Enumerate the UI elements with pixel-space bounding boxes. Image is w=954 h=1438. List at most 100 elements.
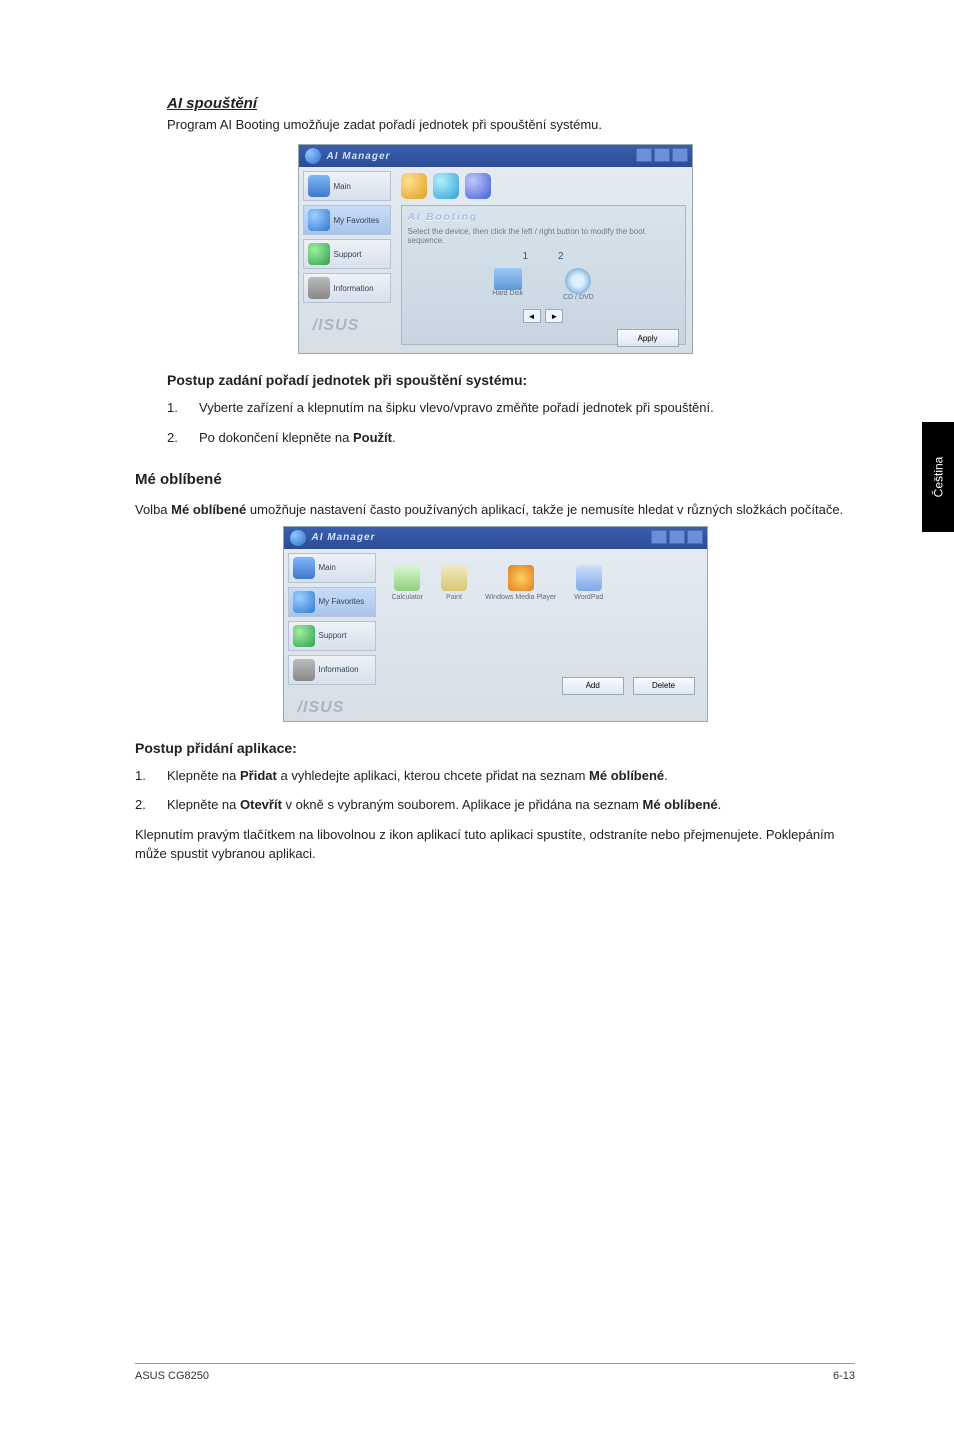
favorite-app-wordpad[interactable]: WordPad xyxy=(574,565,603,601)
boot-device-2-label: CD / DVD xyxy=(563,294,594,301)
window-titlebar: AI Manager xyxy=(299,145,692,167)
window-titlebar: AI Manager xyxy=(284,527,707,549)
sidebar: Main My Favorites Support Information /I… xyxy=(284,549,380,721)
sidebar-fav-label: My Favorites xyxy=(334,216,380,225)
footer-left: ASUS CG8250 xyxy=(135,1370,209,1382)
support-icon xyxy=(293,625,315,647)
minimize-icon[interactable] xyxy=(651,530,667,544)
sidebar-item-information[interactable]: Information xyxy=(288,655,376,685)
panel-title: AI Booting xyxy=(408,212,679,223)
step-number: 2. xyxy=(167,428,199,448)
boot-device-1[interactable]: Hard Disk xyxy=(492,268,523,301)
support-icon xyxy=(308,243,330,265)
toolbar-icon-2[interactable] xyxy=(433,173,459,199)
toolbar-icon-3[interactable] xyxy=(465,173,491,199)
sidebar-item-information[interactable]: Information xyxy=(303,273,391,303)
slot-2-number: 2 xyxy=(558,251,564,262)
sidebar-support-label: Support xyxy=(334,250,362,259)
page-footer: ASUS CG8250 6-13 xyxy=(135,1363,855,1382)
window-title: AI Manager xyxy=(312,532,376,543)
add-button[interactable]: Add xyxy=(562,677,624,695)
information-icon xyxy=(308,277,330,299)
app-wpad-label: WordPad xyxy=(574,594,603,601)
cd-dvd-icon xyxy=(565,268,591,294)
arrow-right-button[interactable]: ► xyxy=(545,309,563,323)
boot-device-1-label: Hard Disk xyxy=(492,290,523,297)
main-icon xyxy=(293,557,315,579)
boot-step-1-text: Vyberte zařízení a klepnutím na šipku vl… xyxy=(199,398,855,418)
boot-step-1: 1. Vyberte zařízení a klepnutím na šipku… xyxy=(167,398,855,418)
favorites-heading: Mé oblíbené xyxy=(135,471,855,488)
favorites-closing: Klepnutím pravým tlačítkem na libovolnou… xyxy=(135,825,855,864)
maximize-icon[interactable] xyxy=(654,148,670,162)
favorite-apps-row: Calculator Paint Windows Media Player Wo… xyxy=(386,555,701,611)
sidebar-item-main[interactable]: Main xyxy=(288,553,376,583)
close-icon[interactable] xyxy=(687,530,703,544)
slot-1-number: 1 xyxy=(522,251,528,262)
add-step-1-text: Klepněte na Přidat a vyhledejte aplikaci… xyxy=(167,766,855,786)
sidebar-item-favorites[interactable]: My Favorites xyxy=(303,205,391,235)
favorites-lead: Volba Mé oblíbené umožňuje nastavení čas… xyxy=(135,500,855,520)
language-tab: Čeština xyxy=(922,422,954,532)
sidebar-item-favorites[interactable]: My Favorites xyxy=(288,587,376,617)
calculator-icon xyxy=(394,565,420,591)
step-number: 1. xyxy=(167,398,199,418)
sidebar-item-main[interactable]: Main xyxy=(303,171,391,201)
window-title: AI Manager xyxy=(327,151,391,162)
sidebar-item-support[interactable]: Support xyxy=(303,239,391,269)
apply-button[interactable]: Apply xyxy=(617,329,679,347)
delete-button[interactable]: Delete xyxy=(633,677,695,695)
brand-text: /ISUS xyxy=(303,317,391,335)
maximize-icon[interactable] xyxy=(669,530,685,544)
sidebar-support-label: Support xyxy=(319,631,347,640)
favorites-icon xyxy=(308,209,330,231)
ai-booting-panel: AI Booting Select the device, then click… xyxy=(401,205,686,345)
sidebar: Main My Favorites Support Information /I… xyxy=(299,167,395,353)
ai-booting-lead: Program AI Booting umožňuje zadat pořadí… xyxy=(167,116,855,134)
boot-step-2-text: Po dokončení klepněte na Použít. xyxy=(199,428,855,448)
favorite-app-calculator[interactable]: Calculator xyxy=(392,565,424,601)
wordpad-icon xyxy=(576,565,602,591)
close-icon[interactable] xyxy=(672,148,688,162)
add-step-2: 2. Klepněte na Otevřít v okně s vybraným… xyxy=(135,795,855,815)
arrow-left-button[interactable]: ◄ xyxy=(523,309,541,323)
information-icon xyxy=(293,659,315,681)
window-buttons[interactable] xyxy=(651,530,703,544)
favorites-icon xyxy=(293,591,315,613)
add-app-heading: Postup přidání aplikace: xyxy=(135,740,855,756)
sidebar-main-label: Main xyxy=(319,563,336,572)
ai-booting-screenshot: AI Manager Main My Favorites Suppo xyxy=(298,144,693,354)
sidebar-item-support[interactable]: Support xyxy=(288,621,376,651)
wmp-icon xyxy=(508,565,534,591)
app-paint-label: Paint xyxy=(446,594,462,601)
favorites-screenshot: AI Manager Main My Favorites Suppo xyxy=(283,526,708,722)
favorite-app-wmp[interactable]: Windows Media Player xyxy=(485,565,556,601)
language-tab-label: Čeština xyxy=(931,457,945,498)
minimize-icon[interactable] xyxy=(636,148,652,162)
toolbar-icons xyxy=(401,173,686,199)
boot-step-2: 2. Po dokončení klepněte na Použít. xyxy=(167,428,855,448)
sidebar-main-label: Main xyxy=(334,182,351,191)
app-logo-icon xyxy=(290,530,306,546)
toolbar-icon-1[interactable] xyxy=(401,173,427,199)
favorite-app-paint[interactable]: Paint xyxy=(441,565,467,601)
footer-right: 6-13 xyxy=(833,1370,855,1382)
app-logo-icon xyxy=(305,148,321,164)
boot-steps-heading: Postup zadání pořadí jednotek při spoušt… xyxy=(167,372,855,388)
page-body: AI spouštění Program AI Booting umožňuje… xyxy=(135,95,855,864)
boot-device-2[interactable]: CD / DVD xyxy=(563,268,594,301)
paint-icon xyxy=(441,565,467,591)
brand-text: /ISUS xyxy=(288,699,376,717)
sidebar-fav-label: My Favorites xyxy=(319,597,365,606)
step-number: 2. xyxy=(135,795,167,815)
add-step-1: 1. Klepněte na Přidat a vyhledejte aplik… xyxy=(135,766,855,786)
main-icon xyxy=(308,175,330,197)
hard-disk-icon xyxy=(494,268,522,290)
sidebar-info-label: Information xyxy=(334,284,374,293)
window-buttons[interactable] xyxy=(636,148,688,162)
sidebar-info-label: Information xyxy=(319,665,359,674)
ai-booting-heading: AI spouštění xyxy=(167,95,855,112)
step-number: 1. xyxy=(135,766,167,786)
add-step-2-text: Klepněte na Otevřít v okně s vybraným so… xyxy=(167,795,855,815)
panel-desc: Select the device, then click the left /… xyxy=(408,227,679,245)
